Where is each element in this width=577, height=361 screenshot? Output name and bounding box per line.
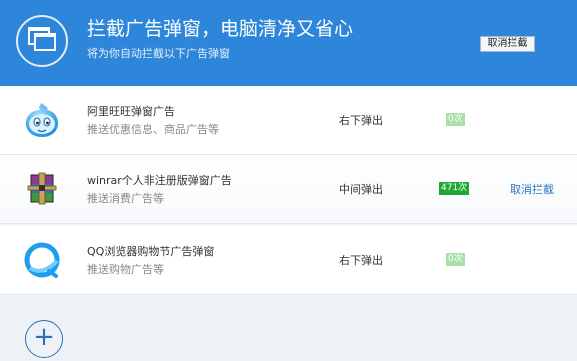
item-count-badge: 0次 [446,253,465,266]
qq-browser-icon [23,241,61,279]
cancel-all-button[interactable]: 取消拦截 [480,36,535,52]
cancel-block-link[interactable]: 取消拦截 [510,181,554,197]
page-subtitle: 将为你自动拦截以下广告弹窗 [87,47,230,60]
list-item: QQ浏览器购物节广告弹窗 推送购物广告等 右下弹出 0次 [0,226,577,295]
item-name: 阿里旺旺弹窗广告 [87,105,175,118]
item-description: 推送优惠信息、商品广告等 [87,123,219,136]
winrar-icon [23,170,61,208]
plus-icon[interactable]: + [25,320,63,358]
item-name: winrar个人非注册版弹窗广告 [87,174,232,187]
list-item: 阿里旺旺弹窗广告 推送优惠信息、商品广告等 右下弹出 0次 [0,86,577,155]
item-name: QQ浏览器购物节广告弹窗 [87,245,215,258]
footer-bar [0,297,577,361]
item-count-badge: 471次 [439,182,470,195]
windows-stack-icon [16,15,68,67]
list-item: winrar个人非注册版弹窗广告 推送消费广告等 中间弹出 471次 取消拦截 [0,155,577,224]
page-title: 拦截广告弹窗，电脑清净又省心 [87,18,354,40]
item-count-badge: 0次 [446,113,465,126]
item-description: 推送购物广告等 [87,263,164,276]
item-position: 右下弹出 [339,114,383,127]
item-description: 推送消费广告等 [87,192,164,205]
item-position: 右下弹出 [339,254,383,267]
header-banner: 拦截广告弹窗，电脑清净又省心 将为你自动拦截以下广告弹窗 取消拦截 [0,0,577,86]
item-position: 中间弹出 [339,183,383,196]
aliwangwang-icon [23,101,61,139]
